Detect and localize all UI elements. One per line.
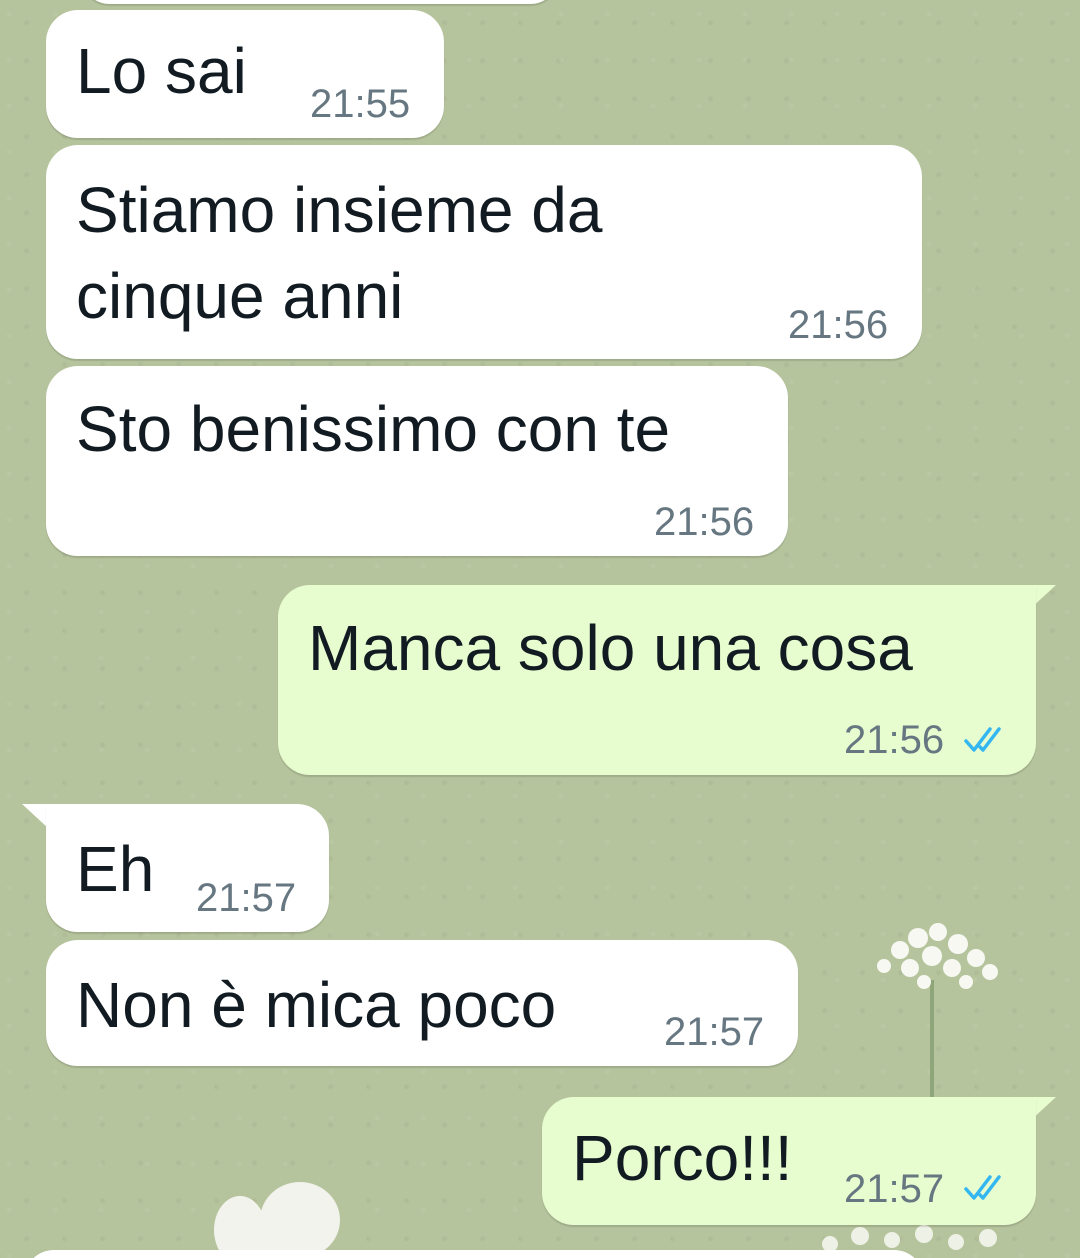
message-bubble-incoming[interactable]: Eh 21:57 — [46, 804, 329, 932]
message-text: Eh — [76, 833, 155, 905]
message-text: Sto benissimo con te — [76, 393, 671, 465]
message-bubble-outgoing[interactable]: Manca solo una cosa 21:56 — [278, 585, 1036, 775]
message-bubble-outgoing[interactable]: Porco!!! 21:57 — [542, 1097, 1036, 1225]
double-check-icon — [964, 1175, 1001, 1200]
message-text: Porco!!! — [572, 1122, 793, 1194]
bubble-tail — [22, 804, 48, 828]
message-bubble-incoming[interactable]: Lo sai 21:55 — [46, 10, 444, 138]
message-bubble-incoming[interactable]: Non è mica poco 21:57 — [46, 940, 798, 1066]
message-time: 21:56 — [844, 718, 945, 762]
message-text-line2: cinque anni — [76, 260, 404, 332]
message-time: 21:57 — [844, 1167, 945, 1211]
message-bubble-partial — [24, 1250, 924, 1258]
message-time: 21:57 — [196, 876, 297, 920]
message-text: Non è mica poco — [76, 969, 557, 1041]
flower-decoration — [877, 923, 998, 1110]
message-bubble-incoming[interactable]: Stiamo insieme da cinque anni 21:56 — [46, 145, 922, 359]
message-bubble-partial — [80, 0, 560, 4]
double-check-icon — [964, 727, 1001, 752]
flower-decoration — [214, 1182, 340, 1258]
message-time: 21:56 — [654, 500, 755, 544]
message-time: 21:55 — [310, 82, 411, 126]
message-time: 21:57 — [664, 1010, 765, 1054]
message-time: 21:56 — [788, 303, 889, 347]
message-bubble-incoming[interactable]: Sto benissimo con te 21:56 — [46, 366, 788, 556]
message-text: Stiamo insieme da — [76, 174, 603, 246]
message-text: Manca solo una cosa — [308, 612, 913, 684]
message-text: Lo sai — [76, 35, 247, 107]
